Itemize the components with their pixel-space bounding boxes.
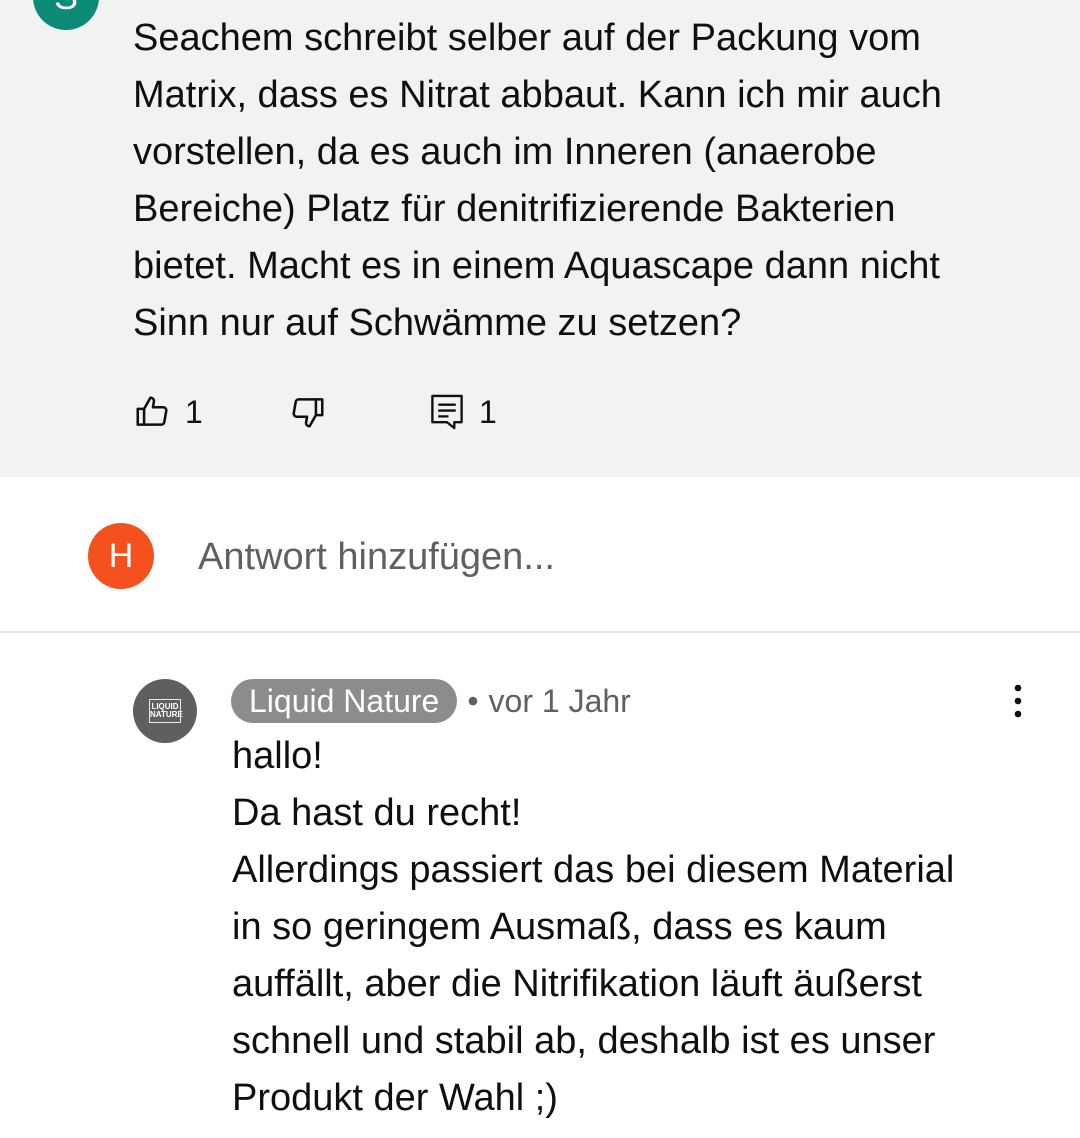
reply-header: Liquid Nature • vor 1 Jahr — [231, 678, 631, 724]
dislike-button[interactable] — [289, 393, 429, 431]
thumbs-up-icon — [136, 396, 168, 426]
user-avatar[interactable]: H — [88, 523, 154, 589]
like-count: 1 — [185, 393, 203, 430]
parent-comment: S Seachem schreibt selber auf der Packun… — [0, 0, 1080, 477]
separator-dot: • — [467, 682, 479, 719]
reply-count: 1 — [479, 393, 497, 430]
reply-text: hallo! Da hast du recht! Allerdings pass… — [232, 735, 955, 1119]
thumbs-down-icon — [292, 398, 324, 428]
comment-actions: 1 1 — [133, 386, 497, 438]
like-button[interactable]: 1 — [133, 393, 273, 431]
author-name-chip[interactable]: Liquid Nature — [231, 679, 458, 723]
reply-button[interactable]: 1 — [429, 393, 497, 431]
comment-reply-icon — [431, 394, 463, 430]
channel-logo: LIQUID NATURE — [149, 699, 183, 723]
parent-comment-text: Seachem schreibt selber auf der Packung … — [133, 17, 942, 344]
channel-avatar[interactable]: LIQUID NATURE — [133, 679, 197, 743]
reply-comment: LIQUID NATURE Liquid Nature • vor 1 Jahr… — [0, 633, 1080, 1138]
add-reply-row: H — [0, 477, 1080, 631]
commenter-avatar[interactable]: S — [33, 0, 99, 30]
more-options-icon[interactable] — [1008, 683, 1028, 719]
timestamp: vor 1 Jahr — [488, 682, 631, 719]
add-reply-input[interactable] — [198, 529, 1018, 585]
